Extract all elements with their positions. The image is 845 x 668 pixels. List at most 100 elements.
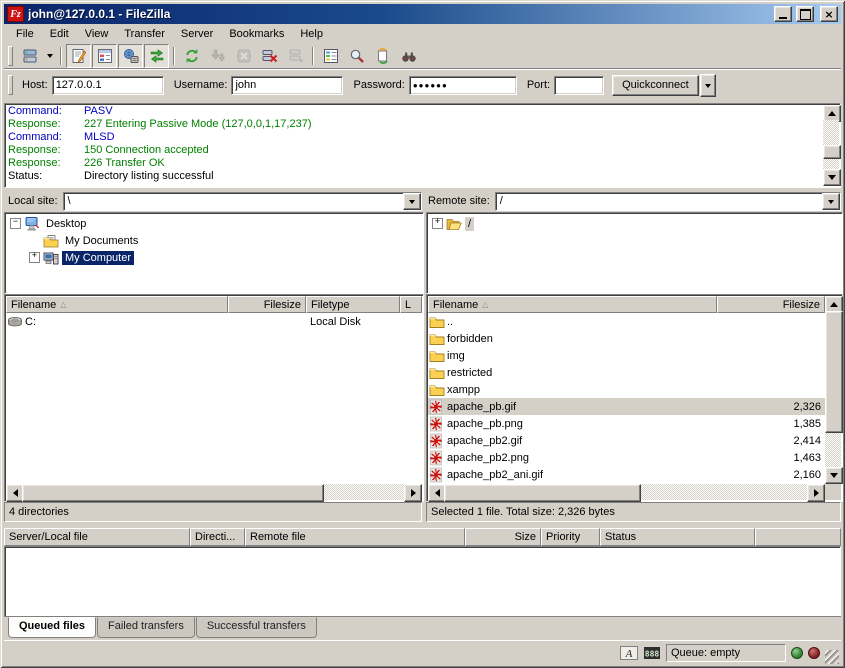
quickconnect-button[interactable]: Quickconnect <box>612 75 699 96</box>
column-header-filename[interactable]: Filename△ <box>428 296 717 313</box>
column-header-label: Filetype <box>311 299 350 311</box>
scrollbar-thumb[interactable] <box>22 484 324 502</box>
minimize-button[interactable] <box>774 6 792 22</box>
toggle-local-tree-button[interactable] <box>92 44 117 68</box>
column-header-status[interactable]: Status <box>600 528 755 546</box>
expand-plus-icon[interactable]: + <box>29 252 40 263</box>
remote-vertical-scrollbar[interactable] <box>825 296 841 484</box>
column-header-filename[interactable]: Filename△ <box>6 296 228 313</box>
menu-item-transfer[interactable]: Transfer <box>116 26 173 42</box>
column-header-directi[interactable]: Directi... <box>190 528 245 546</box>
menu-item-bookmarks[interactable]: Bookmarks <box>221 26 292 42</box>
toolbar <box>4 43 841 69</box>
column-header-server-local-file[interactable]: Server/Local file <box>4 528 190 546</box>
find-icon <box>401 48 417 64</box>
scroll-right-button[interactable] <box>807 484 825 502</box>
remote-file-row[interactable]: forbidden <box>428 330 825 347</box>
queue-toggle-icon <box>149 48 165 64</box>
site-manager-dropdown-button[interactable] <box>43 45 56 67</box>
file-name: forbidden <box>447 333 493 345</box>
local-directory-tree: −DesktopMy Documents+My Computer <box>4 212 424 294</box>
close-button[interactable]: × <box>820 6 838 22</box>
remote-site-combo[interactable]: / <box>495 192 841 211</box>
column-header-filetype[interactable]: Filetype <box>306 296 400 313</box>
local-tree-item-desktop[interactable]: −Desktop <box>5 215 423 232</box>
scrollbar-thumb[interactable] <box>444 484 641 502</box>
remote-file-row[interactable]: .. <box>428 313 825 330</box>
expand-plus-icon[interactable]: + <box>432 218 443 229</box>
remote-file-row[interactable]: apache_pb2.gif2,414 <box>428 432 825 449</box>
local-site-combo[interactable]: \ <box>63 192 422 211</box>
toggle-message-log-button[interactable] <box>66 44 91 68</box>
file-size-cell: 1,385 <box>717 418 825 430</box>
imgfile-icon <box>429 416 445 432</box>
column-header-remote-file[interactable]: Remote file <box>245 528 465 546</box>
chevron-down-icon <box>47 54 53 61</box>
local-horizontal-scrollbar[interactable] <box>6 484 422 500</box>
local-file-row[interactable]: C:Local Disk <box>6 313 422 330</box>
local-tree-item-my-documents[interactable]: My Documents <box>5 232 423 249</box>
menu-item-server[interactable]: Server <box>173 26 221 42</box>
remote-site-dropdown-button[interactable] <box>822 193 840 210</box>
process-queue-button <box>205 44 230 68</box>
local-site-dropdown-button[interactable] <box>403 193 421 210</box>
quickconnect-dropdown-button[interactable] <box>700 74 716 97</box>
resize-grip[interactable] <box>825 650 839 664</box>
message-log: Command:PASVResponse:227 Entering Passiv… <box>4 103 841 188</box>
tab-queued-files[interactable]: Queued files <box>8 617 96 638</box>
chevron-down-icon <box>828 200 834 207</box>
username-input[interactable] <box>231 76 343 95</box>
arrow-down-icon <box>830 473 838 482</box>
drive-icon <box>7 314 23 330</box>
local-file-list: Filename△Filesize Filetype L C:Local Disk <box>4 294 424 502</box>
refresh-button[interactable] <box>179 44 204 68</box>
remote-file-row[interactable]: xampp <box>428 381 825 398</box>
menu-item-help[interactable]: Help <box>292 26 331 42</box>
port-label: Port: <box>527 79 550 91</box>
file-size-cell: 2,160 <box>717 469 825 481</box>
column-header-filesize[interactable]: Filesize <box>717 296 825 313</box>
password-input[interactable] <box>409 76 517 95</box>
scroll-right-button[interactable] <box>404 484 422 502</box>
find-files-button[interactable] <box>396 44 421 68</box>
filter-button[interactable] <box>318 44 343 68</box>
menu-item-view[interactable]: View <box>77 26 117 42</box>
synchronized-browsing-button[interactable] <box>370 44 395 68</box>
remote-tree-item-item[interactable]: +/ <box>427 215 842 232</box>
log-scrollbar[interactable] <box>823 105 839 186</box>
remote-file-row[interactable]: img <box>428 347 825 364</box>
toggle-remote-tree-button[interactable] <box>118 44 143 68</box>
remote-file-row[interactable]: apache_pb.gif2,326 <box>428 398 825 415</box>
remote-file-row[interactable]: restricted <box>428 364 825 381</box>
scrollbar-thumb[interactable] <box>823 145 841 159</box>
port-input[interactable] <box>554 76 604 95</box>
remote-toggle-icon <box>123 48 139 64</box>
remote-file-row[interactable]: apache_pb2_ani.gif2,160 <box>428 466 825 483</box>
column-header-filesize[interactable]: Filesize <box>228 296 306 313</box>
remote-horizontal-scrollbar[interactable] <box>428 484 825 500</box>
queue-status-panel: Queue: empty <box>666 644 786 662</box>
collapse-minus-icon[interactable]: − <box>10 218 21 229</box>
remote-file-row[interactable]: apache_pb.png1,385 <box>428 415 825 432</box>
scroll-down-button[interactable] <box>823 169 841 186</box>
host-input[interactable] <box>52 76 164 95</box>
file-name-cell: C: <box>6 314 228 330</box>
column-header-priority[interactable]: Priority <box>541 528 600 546</box>
remote-file-row[interactable]: apache_pb2.png1,463 <box>428 449 825 466</box>
column-header-size[interactable]: Size <box>465 528 541 546</box>
disconnect-button[interactable] <box>257 44 282 68</box>
maximize-button[interactable] <box>796 6 814 22</box>
menu-item-edit[interactable]: Edit <box>42 26 77 42</box>
log-line: Response:227 Entering Passive Mode (127,… <box>8 118 820 131</box>
site-manager-button[interactable] <box>17 44 42 68</box>
tab-failed-transfers[interactable]: Failed transfers <box>97 617 195 638</box>
local-tree-item-my-computer[interactable]: +My Computer <box>5 249 423 266</box>
scrollbar-thumb[interactable] <box>825 311 843 433</box>
menu-item-file[interactable]: File <box>8 26 42 42</box>
column-header-l[interactable]: L <box>400 296 422 313</box>
tab-successful-transfers[interactable]: Successful transfers <box>196 617 317 638</box>
arrow-left-icon <box>431 489 440 497</box>
scroll-down-button[interactable] <box>825 467 843 484</box>
toggle-transfer-queue-button[interactable] <box>144 44 169 68</box>
directory-comparison-button[interactable] <box>344 44 369 68</box>
